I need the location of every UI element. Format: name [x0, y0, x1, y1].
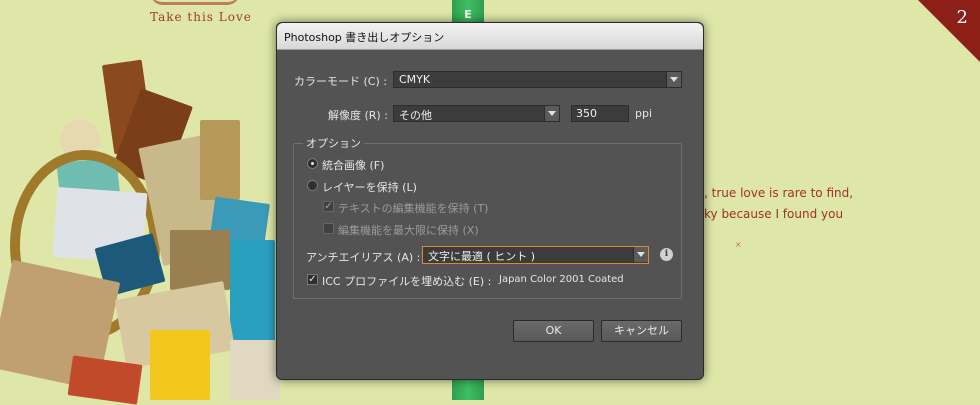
cancel-button[interactable]: キャンセル [601, 320, 682, 342]
color-mode-select[interactable]: CMYK [393, 71, 682, 88]
resolution-label: 解像度 (R) : [328, 109, 388, 122]
ribbon-letter: E [464, 8, 472, 21]
antialias-value: 文字に最適 ( ヒント ) [428, 250, 536, 263]
ok-button[interactable]: OK [513, 320, 594, 342]
chevron-down-icon [666, 72, 681, 87]
embed-icc-checkbox[interactable]: ✓ [307, 274, 318, 285]
antialias-select[interactable]: 文字に最適 ( ヒント ) [422, 246, 649, 264]
chevron-down-icon [633, 247, 648, 262]
flatten-image-radio[interactable] [307, 158, 318, 169]
poem-line: ky because I found you [704, 207, 844, 221]
chevron-down-icon [544, 106, 559, 121]
keep-layers-label[interactable]: レイヤーを保持 (L) [322, 179, 417, 195]
page-number: 2 [956, 7, 968, 28]
preserve-text-checkbox[interactable]: ✓ [323, 201, 334, 212]
max-editability-label: 編集機能を最大限に保持 (X) [338, 224, 479, 237]
preserve-text-label: テキストの編集機能を保持 (T) [338, 202, 489, 215]
logo-ornament [150, 0, 240, 5]
vintage-collage-image [0, 40, 290, 405]
info-icon[interactable]: i [660, 248, 673, 261]
icc-profile-name: Japan Color 2001 Coated [499, 274, 624, 285]
resolution-select[interactable]: その他 [393, 105, 560, 122]
keep-layers-radio[interactable] [307, 180, 318, 191]
resolution-value: その他 [399, 109, 432, 122]
dialog-titlebar[interactable]: Photoshop 書き出しオプション [277, 23, 703, 50]
resolution-ppi-input[interactable]: 350 [571, 105, 629, 122]
antialias-label: アンチエイリアス (A) : [306, 251, 421, 264]
flatten-image-label[interactable]: 統合画像 (F) [322, 157, 384, 173]
embed-icc-label[interactable]: ICC プロファイルを埋め込む (E) : [322, 273, 491, 289]
options-group-title: オプション [303, 135, 364, 151]
max-editability-checkbox[interactable] [323, 223, 334, 234]
photoshop-export-options-dialog: Photoshop 書き出しオプション カラーモード (C) : CMYK 解像… [276, 22, 704, 380]
site-tagline: Take this Love [150, 10, 252, 24]
ppi-unit-label: ppi [635, 107, 653, 120]
page-corner-badge [918, 0, 980, 62]
dialog-title: Photoshop 書き出しオプション [284, 31, 445, 44]
color-mode-label: カラーモード (C) : [294, 75, 387, 88]
poem-line: , true love is rare to find, [704, 186, 854, 200]
decor-mark: × [735, 240, 742, 249]
color-mode-value: CMYK [399, 73, 431, 86]
